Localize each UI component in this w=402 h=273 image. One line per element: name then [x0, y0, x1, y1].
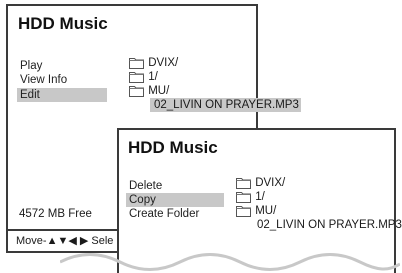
- file-name: 1/: [255, 191, 265, 203]
- free-space-label: 4572 MB Free: [19, 208, 92, 220]
- file-row-dvix[interactable]: DVIX/: [129, 56, 301, 70]
- file-row-1[interactable]: 1/: [236, 190, 402, 204]
- file-row-mp3[interactable]: 02_LIVIN ON PRAYER.MP3: [149, 98, 301, 112]
- file-row-dvix[interactable]: DVIX/: [236, 176, 402, 190]
- wavy-cut-line: [60, 253, 400, 271]
- file-row-mu[interactable]: MU/: [236, 204, 402, 218]
- file-name: 1/: [148, 71, 158, 83]
- file-name: 02_LIVIN ON PRAYER.MP3: [257, 219, 402, 231]
- screen-title: HDD Music: [128, 138, 218, 157]
- file-row-1[interactable]: 1/: [129, 70, 301, 84]
- menu-item-play[interactable]: Play: [17, 59, 107, 73]
- menu-item-create-folder[interactable]: Create Folder: [126, 207, 224, 221]
- file-list: DVIX/ 1/ MU/ 02_LIVIN ON PRAYER.MP3: [129, 56, 301, 112]
- folder-icon: [129, 72, 144, 83]
- folder-icon: [236, 178, 251, 189]
- menu-item-copy[interactable]: Copy: [126, 193, 224, 207]
- file-name: DVIX/: [148, 57, 179, 69]
- file-name: MU/: [148, 85, 170, 97]
- screen-title: HDD Music: [18, 14, 108, 33]
- file-name: MU/: [255, 205, 277, 217]
- menu-item-delete[interactable]: Delete: [126, 179, 224, 193]
- folder-icon: [236, 206, 251, 217]
- file-list: DVIX/ 1/ MU/ 02_LIVIN ON PRAYER.MP3: [236, 176, 402, 232]
- arrow-keys-icon: ▲▼◀ ▶: [46, 235, 89, 247]
- menu-item-edit[interactable]: Edit: [17, 88, 107, 102]
- file-name: DVIX/: [255, 177, 286, 189]
- file-row-mp3[interactable]: 02_LIVIN ON PRAYER.MP3: [256, 218, 402, 232]
- file-row-mu[interactable]: MU/: [129, 84, 301, 98]
- folder-icon: [236, 192, 251, 203]
- file-name: 02_LIVIN ON PRAYER.MP3: [150, 98, 301, 112]
- help-move-label: Move-: [16, 235, 47, 247]
- menu-item-view-info[interactable]: View Info: [17, 73, 107, 87]
- help-select-label: Sele: [88, 235, 114, 247]
- folder-icon: [129, 58, 144, 69]
- folder-icon: [129, 86, 144, 97]
